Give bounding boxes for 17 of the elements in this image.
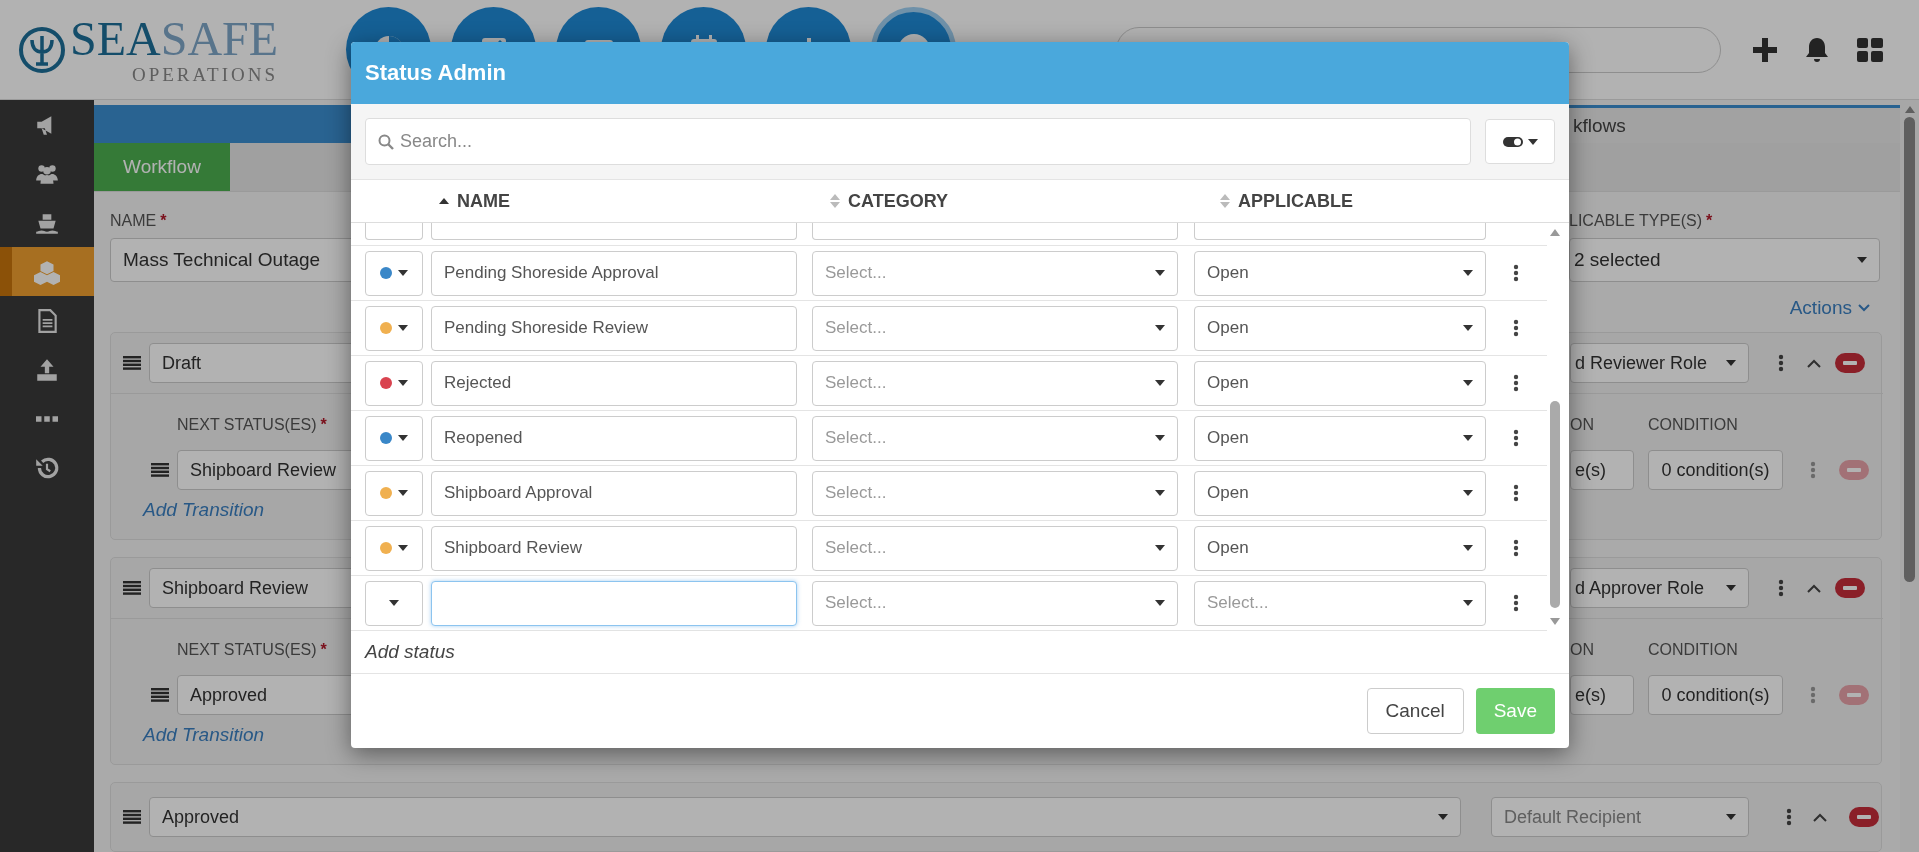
column-label: CONDITION	[1648, 416, 1738, 435]
column-label: ON	[1570, 416, 1595, 435]
required-mark: *	[320, 416, 327, 435]
search-placeholder: Search...	[400, 131, 473, 152]
logo-text: SAFE	[160, 15, 279, 63]
field-label: LICABLE TYPE(S)	[1569, 212, 1703, 231]
field-label: NAME	[110, 212, 157, 231]
column-label: CONDITION	[1648, 641, 1738, 660]
required-mark: *	[160, 212, 167, 231]
field-label: NEXT STATUS(ES)	[177, 641, 317, 660]
dialog-title: Status Admin	[365, 60, 506, 86]
required-mark: *	[320, 641, 327, 660]
field-label: NEXT STATUS(ES)	[177, 416, 317, 435]
logo-text: SEA	[70, 15, 161, 63]
logo-subtitle: OPERATIONS	[131, 65, 279, 84]
column-label: ON	[1570, 641, 1595, 660]
required-mark: *	[1706, 212, 1713, 231]
